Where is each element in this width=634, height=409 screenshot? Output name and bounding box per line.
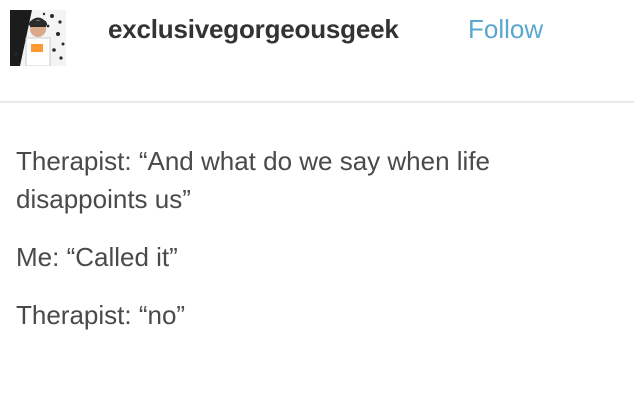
avatar-image: [10, 10, 66, 66]
avatar[interactable]: [10, 10, 66, 66]
username-link[interactable]: exclusivegorgeousgeek: [108, 14, 399, 45]
header-divider: [0, 101, 634, 103]
follow-button[interactable]: Follow: [468, 14, 543, 45]
post-line-1: Therapist: “And what do we say when life…: [16, 146, 491, 214]
post-body: Therapist: “And what do we say when life…: [16, 142, 616, 354]
post-line-3: Therapist: “no”: [16, 300, 186, 330]
post-header: exclusivegorgeousgeek Follow: [0, 0, 634, 100]
post-line-2: Me: “Called it”: [16, 242, 178, 272]
